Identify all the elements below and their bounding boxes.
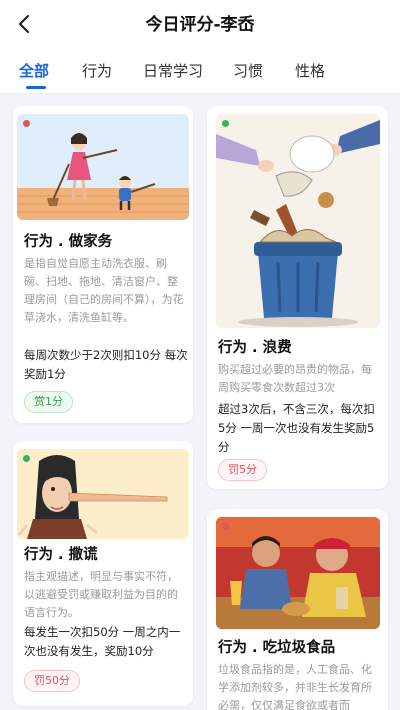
score-badge: 赏1分: [24, 391, 73, 413]
behavior-card-lying[interactable]: 行为 . 撒谎 指主观描述，明显与事实不符，以逃避受罚或赚取利益为目的的语言行为…: [13, 441, 193, 706]
behavior-card-waste[interactable]: 行为 . 浪费 购买超过必要的昂贵的物品，每周购买零食次数超过3次 超过3次后，…: [207, 106, 388, 489]
card-description: 指主观描述，明显与事实不符，以逃避受罚或赚取利益为目的的语言行为。: [24, 570, 178, 619]
page-title: 今日评分-李岙: [145, 15, 255, 35]
tab-behavior[interactable]: 行为: [82, 60, 112, 81]
card-rule: 每周次数少于2次则扣10分 每次奖励1分: [24, 348, 188, 381]
card-description: 垃圾食品指的是，人工食品、化学添加剂较多，并非生长发育所必需，仅仅满足食欲或者而: [218, 663, 372, 710]
card-image: [216, 114, 380, 328]
tab-all[interactable]: 全部: [19, 60, 49, 81]
card-image: [17, 449, 189, 539]
score-badge: 罚5分: [218, 459, 267, 481]
tab-personality[interactable]: 性格: [295, 60, 325, 81]
status-dot: [23, 455, 30, 462]
card-image: [17, 114, 189, 220]
waste-illustration: [216, 114, 380, 328]
active-tab-indicator: [26, 86, 46, 89]
tab-habits[interactable]: 习惯: [233, 60, 263, 81]
status-dot: [222, 120, 229, 127]
top-bar: 今日评分-李岙: [0, 0, 400, 48]
behavior-card-chores[interactable]: 行为 . 做家务 是指自觉自愿主动洗衣服、刷碗、扫地、拖地、清洁窗户、整理房间（…: [13, 106, 193, 423]
status-dot: [23, 120, 30, 127]
card-title: 行为 . 做家务: [24, 234, 113, 250]
behavior-card-junk-food[interactable]: 行为 . 吃垃圾食品 垃圾食品指的是，人工食品、化学添加剂较多，并非生长发育所必…: [207, 509, 388, 710]
score-badge: 罚50分: [24, 670, 80, 692]
status-dot: [222, 523, 229, 530]
card-title: 行为 . 撒谎: [24, 547, 98, 563]
junk-food-photo: [216, 517, 380, 629]
category-tabs: 全部 行为 日常学习 习惯 性格: [0, 48, 400, 94]
card-rule: 超过3次后，不含三次，每次扣5分 一周一次也没有发生奖励5分: [218, 402, 375, 454]
card-title: 行为 . 浪费: [218, 340, 292, 356]
card-rule: 每发生一次扣50分 一周之内一次也没有发生，奖励10分: [24, 625, 181, 658]
card-description: 购买超过必要的昂贵的物品，每周购买零食次数超过3次: [218, 363, 372, 394]
card-image: [216, 517, 380, 629]
tab-daily-study[interactable]: 日常学习: [143, 60, 203, 81]
card-description: 是指自觉自愿主动洗衣服、刷碗、扫地、拖地、清洁窗户、整理房间（自己的房间不算），…: [24, 257, 184, 324]
chores-illustration: [17, 114, 189, 220]
card-title: 行为 . 吃垃圾食品: [218, 640, 336, 656]
lying-illustration: [17, 449, 189, 539]
